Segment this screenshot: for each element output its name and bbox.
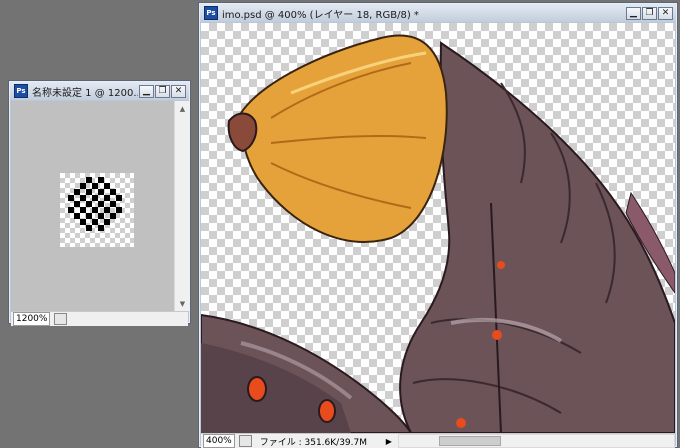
main-window-titlebar[interactable]: Ps imo.psd @ 400% (レイヤー 18, RGB/8) * ▁ ❐… — [200, 4, 676, 22]
file-size-info: ファイル : 351.6K/39.7M — [259, 437, 367, 448]
photoshop-icon: Ps — [204, 6, 218, 20]
main-document-window: Ps imo.psd @ 400% (レイヤー 18, RGB/8) * ▁ ❐… — [198, 2, 678, 448]
close-icon[interactable]: ✕ — [171, 84, 186, 98]
small-canvas-area — [11, 101, 174, 311]
horizontal-scroll-thumb[interactable] — [438, 436, 501, 446]
close-icon[interactable]: ✕ — [658, 6, 673, 20]
main-canvas-area[interactable] — [201, 23, 675, 433]
scroll-up-icon[interactable]: ▲ — [175, 101, 190, 116]
minimize-icon[interactable]: ▁ — [139, 84, 154, 98]
main-window-statusbar: 400% ファイル : 351.6K/39.7M ▶ — [201, 433, 675, 448]
scroll-down-icon[interactable]: ▼ — [175, 296, 190, 311]
worm-artwork — [201, 34, 675, 433]
minimize-icon[interactable]: ▁ — [626, 6, 641, 20]
main-zoom-field[interactable]: 400% — [203, 434, 235, 448]
small-window-statusbar: 1200% — [11, 311, 188, 326]
small-window-vertical-scrollbar[interactable]: ▲ ▼ — [174, 101, 190, 311]
small-window-titlebar[interactable]: Ps 名称未設定 1 @ 1200... ▁ ❐ ✕ — [10, 82, 189, 100]
main-window-title: imo.psd @ 400% (レイヤー 18, RGB/8) * — [222, 9, 419, 21]
restore-icon[interactable]: ❐ — [155, 84, 170, 98]
small-zoom-field[interactable]: 1200% — [13, 312, 51, 326]
restore-icon[interactable]: ❐ — [642, 6, 657, 20]
small-window-title: 名称未設定 1 @ 1200... — [32, 87, 138, 99]
small-document-window: Ps 名称未設定 1 @ 1200... ▁ ❐ ✕ ▲ ▼ 1200% — [8, 80, 191, 326]
status-arrow-icon[interactable]: ▶ — [386, 437, 392, 446]
dither-pattern-image — [68, 177, 122, 231]
status-menu-icon[interactable] — [54, 313, 68, 325]
photoshop-icon: Ps — [14, 84, 28, 98]
status-menu-icon[interactable] — [238, 435, 252, 447]
small-canvas-thumbnail[interactable] — [60, 173, 134, 247]
horizontal-scrollbar[interactable] — [397, 434, 675, 448]
